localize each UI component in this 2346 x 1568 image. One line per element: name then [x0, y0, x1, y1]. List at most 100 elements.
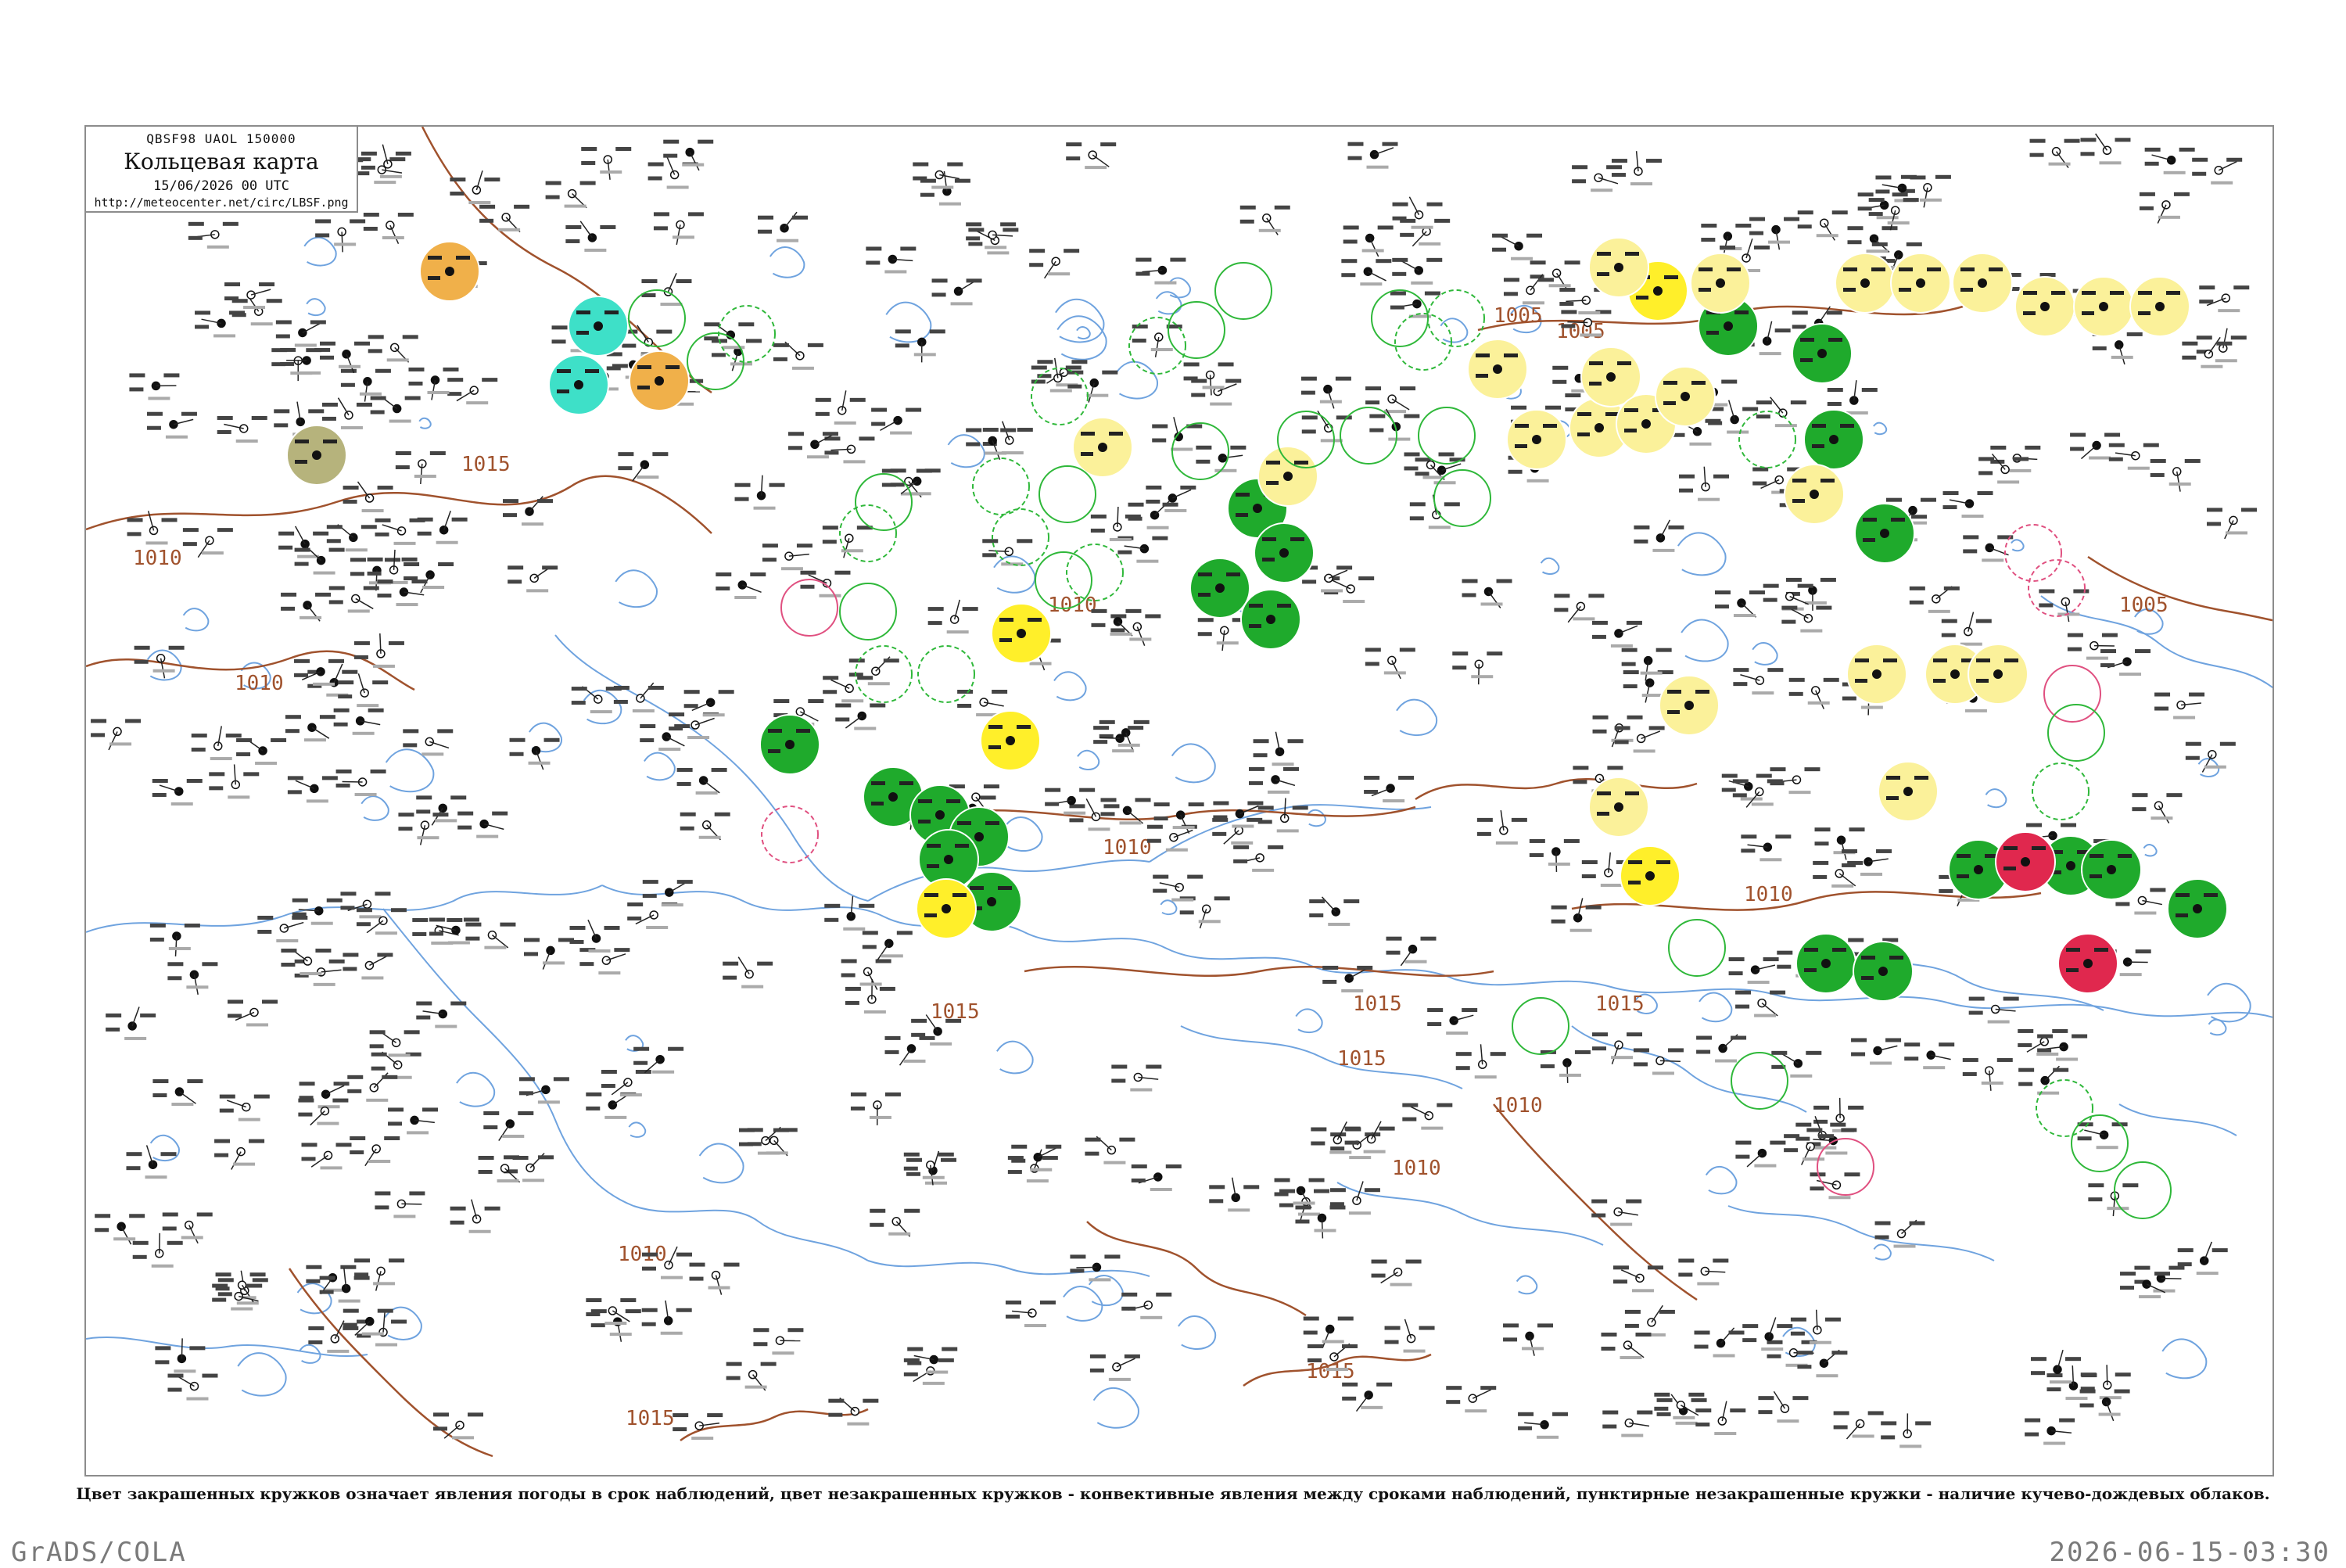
- station-plot: [1393, 197, 1443, 229]
- station-plot: [183, 528, 233, 558]
- station-plot: [307, 664, 357, 697]
- isobar-label: 1010: [133, 547, 182, 570]
- station-plot: [220, 1095, 270, 1121]
- station-plot: [347, 1073, 397, 1102]
- station-plot: [479, 1156, 529, 1182]
- station-plot: [884, 1036, 934, 1065]
- isobar-label: 1010: [1494, 1094, 1543, 1118]
- station-plot: [1749, 217, 1799, 250]
- station-plot: [524, 938, 574, 969]
- station-plot: [1132, 1164, 1182, 1191]
- weather-circle: [1468, 339, 1527, 399]
- station-plot: [1233, 845, 1283, 872]
- weather-circle: [1835, 253, 1895, 313]
- station-plot: [1729, 957, 1779, 984]
- station-plot: [1452, 651, 1502, 684]
- weather-circle: [1855, 504, 1914, 563]
- station-plot: [1881, 1413, 1931, 1448]
- product-code: QBSF98 UAOL 150000: [86, 131, 357, 146]
- convective-ring: [2044, 666, 2100, 722]
- station-plot: [904, 1153, 954, 1186]
- station-plot: [633, 1047, 683, 1074]
- station-plot: [1741, 834, 1791, 861]
- station-plot: [1834, 1411, 1884, 1439]
- station-plot: [418, 511, 468, 544]
- station-plot: [1554, 594, 1604, 622]
- station-plot: [1198, 618, 1248, 651]
- isobar-label: 1005: [1494, 304, 1543, 328]
- station-plot: [1456, 1044, 1506, 1078]
- isobar-label: 1005: [2119, 594, 2168, 617]
- footer-timestamp: 2026-06-15-03:30: [2049, 1537, 2330, 1568]
- isobar-label: 1010: [235, 672, 284, 695]
- station-plot: [281, 593, 331, 621]
- station-plot: [2100, 649, 2150, 676]
- station-plot: [1969, 997, 2019, 1024]
- station-plot: [1249, 767, 1299, 794]
- convective-ring: [1428, 290, 1484, 346]
- station-plot: [519, 1077, 569, 1103]
- weather-circle: [1254, 523, 1314, 583]
- station-plot: [416, 1002, 466, 1028]
- source-url[interactable]: http://meteocenter.net/circ/LBSF.png: [86, 196, 357, 210]
- station-plot: [340, 892, 390, 918]
- station-plot: [1695, 1328, 1745, 1358]
- station-plot: [192, 726, 242, 760]
- station-plot: [1446, 1386, 1496, 1412]
- station-plot: [1085, 1136, 1135, 1164]
- weather-circle: [1785, 465, 1844, 524]
- station-plot: [295, 547, 345, 575]
- station-plot: [336, 770, 386, 796]
- station-plot: [546, 181, 596, 208]
- station-plot: [95, 1214, 145, 1244]
- station-plot: [704, 322, 754, 349]
- station-plot: [1093, 726, 1143, 752]
- station-plot: [2088, 1183, 2138, 1216]
- station-plot: [1385, 1319, 1435, 1353]
- station-plot: [188, 222, 239, 249]
- station-plot: [1592, 621, 1642, 648]
- station-plot: [680, 813, 730, 840]
- isobar-label: 1015: [1595, 992, 1645, 1016]
- weather-circle: [2082, 840, 2141, 899]
- station-plot: [1678, 1258, 1728, 1285]
- station-plot: [891, 468, 941, 495]
- weather-circle: [1507, 410, 1566, 469]
- station-plot: [364, 213, 414, 244]
- station-plot: [1132, 325, 1182, 357]
- station-plot: [1504, 274, 1554, 305]
- station-plot: [1301, 377, 1351, 409]
- weather-circle: [2058, 934, 2118, 993]
- station-plot: [271, 348, 321, 381]
- station-plot: [334, 709, 384, 735]
- station-plot: [214, 1139, 264, 1170]
- station-plot: [403, 729, 453, 755]
- station-plot: [343, 482, 393, 512]
- station-plot: [895, 329, 945, 362]
- station-plot: [2081, 1365, 2131, 1399]
- convective-ring: [629, 290, 685, 346]
- station-plot: [565, 221, 615, 252]
- weather-circle: [981, 711, 1040, 770]
- map-frame: 1010101510101010100510151015101010151010…: [84, 125, 2274, 1477]
- station-plot: [1152, 417, 1202, 450]
- station-plot: [1625, 1305, 1675, 1337]
- station-plot: [1146, 486, 1196, 512]
- map-title-box: QBSF98 UAOL 150000 Кольцевая карта 15/06…: [84, 125, 358, 213]
- weather-map: 1010101510101010100510151015101010151010…: [86, 127, 2274, 1477]
- station-plot: [357, 908, 407, 935]
- station-plot: [91, 719, 141, 750]
- station-plot: [343, 953, 393, 979]
- station-plot: [450, 170, 500, 204]
- station-plot: [329, 586, 379, 612]
- station-plot: [278, 526, 328, 558]
- station-plot: [396, 451, 446, 484]
- station-plot: [1601, 1333, 1651, 1359]
- station-plot: [302, 1143, 352, 1169]
- station-plot: [1462, 579, 1512, 608]
- station-plot: [2178, 1242, 2228, 1275]
- weather-circle: [1891, 253, 1950, 313]
- station-plot: [1572, 165, 1622, 192]
- station-plot: [762, 544, 812, 570]
- weather-circle: [549, 355, 608, 414]
